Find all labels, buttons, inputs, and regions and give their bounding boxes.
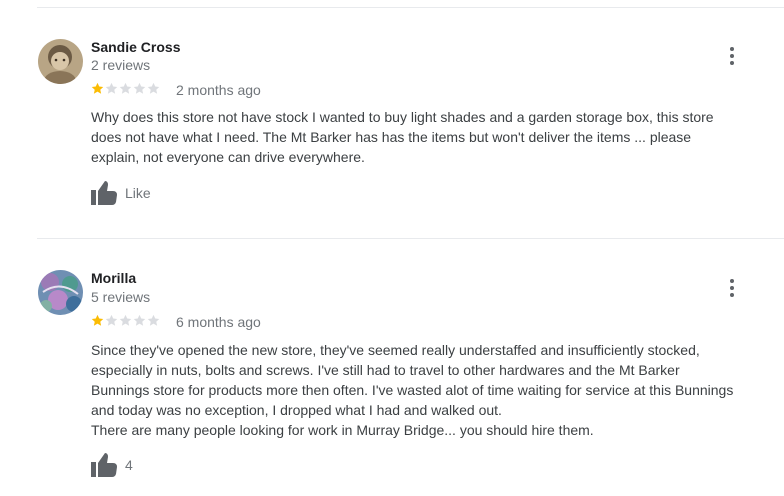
star-icon [133,82,146,94]
star-icon [105,82,118,94]
more-vert-icon [730,47,734,51]
thumb-up-icon [91,453,117,477]
reviewer-review-count[interactable]: 5 reviews [91,289,150,305]
star-icon [91,82,104,94]
reviewer-name[interactable]: Morilla [91,270,136,286]
more-options-button[interactable] [722,46,742,66]
avatar-photo [38,39,83,84]
review-text: Since they've opened the new store, they… [91,342,734,438]
star-icon [105,314,118,326]
star-icon [119,82,132,94]
star-icon [91,314,104,326]
star-icon [147,82,160,94]
reviewer-name[interactable]: Sandie Cross [91,39,180,55]
reviewer-avatar[interactable] [38,39,83,84]
star-rating [91,82,160,95]
star-icon [119,314,132,326]
star-icon [147,314,160,326]
reviewer-review-count[interactable]: 2 reviews [91,57,150,73]
divider [37,238,784,239]
star-rating [91,314,160,327]
review-date: 6 months ago [176,314,261,330]
review-date: 2 months ago [176,82,261,98]
like-count: 4 [125,457,133,473]
star-icon [133,314,146,326]
avatar-photo [38,270,83,315]
like-button[interactable]: Like [91,181,151,205]
like-label: Like [125,185,151,201]
thumb-up-icon [91,181,117,205]
divider [37,7,784,8]
more-vert-icon [730,279,734,283]
reviewer-avatar[interactable] [38,270,83,315]
review-text: Why does this store not have stock I wan… [91,109,714,165]
like-button[interactable]: 4 [91,453,133,477]
more-options-button[interactable] [722,278,742,298]
